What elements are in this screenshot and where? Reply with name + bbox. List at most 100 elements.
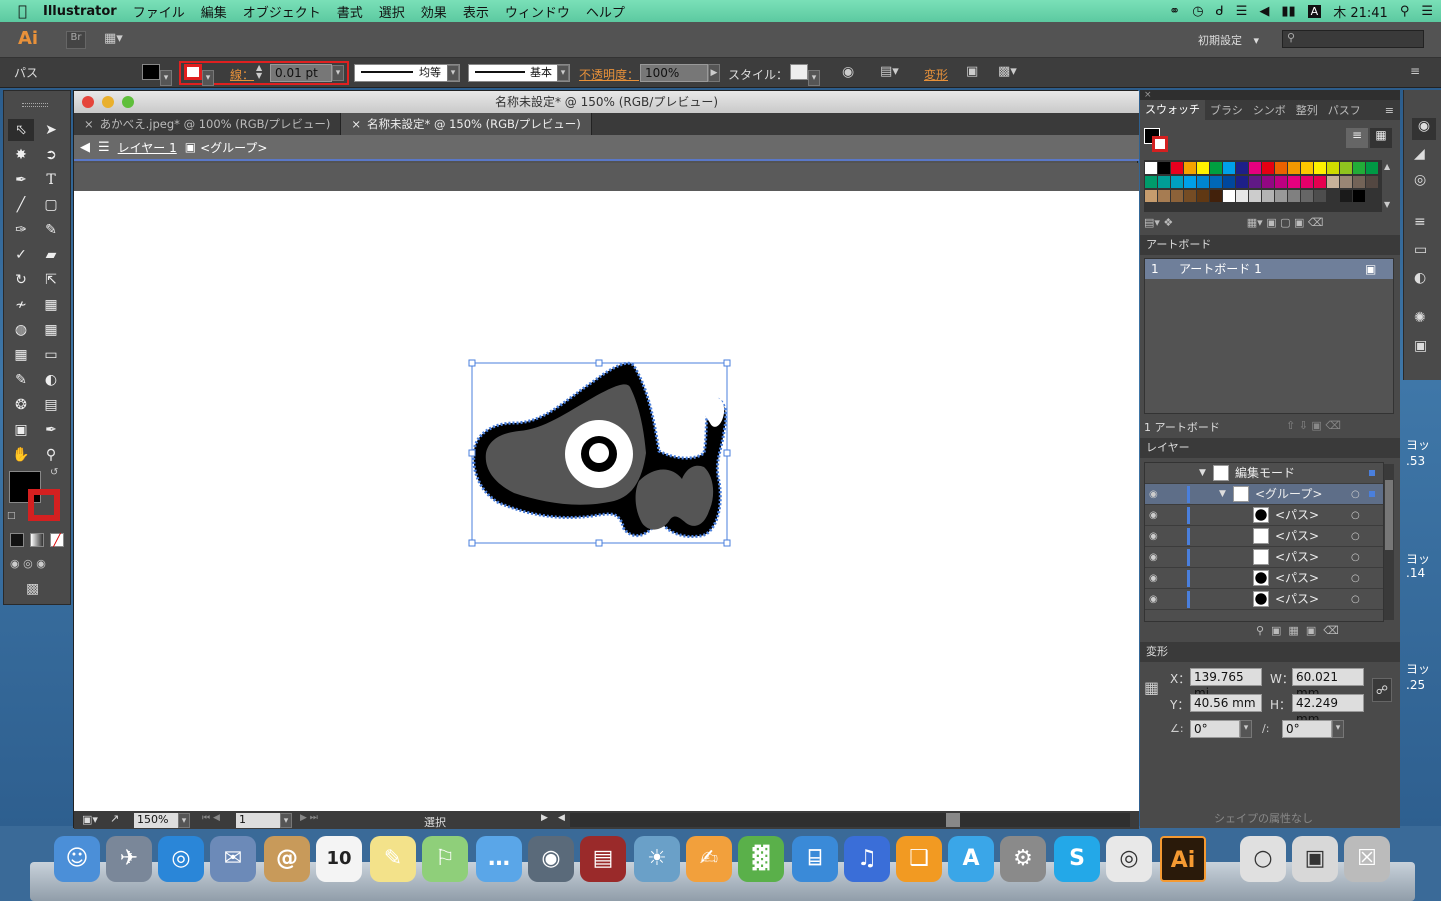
visibility-eye-icon[interactable]: ◉ (1149, 568, 1158, 589)
swatch-chip[interactable] (1340, 190, 1352, 202)
menu-window[interactable]: ウィンドウ (497, 2, 578, 21)
swatch-chip[interactable] (1314, 176, 1326, 188)
swatch-chip[interactable] (1275, 190, 1287, 202)
swatch-scroll-down-icon[interactable]: ▼ (1384, 200, 1390, 209)
transform-panel-header[interactable]: 変形 (1140, 642, 1400, 662)
status-menu-arrow[interactable]: ▶ (541, 813, 548, 823)
dock-icon-notes[interactable]: ✎ (370, 836, 416, 882)
dock-icon-pages[interactable]: ✍ (686, 836, 732, 882)
swatch-chip[interactable] (1236, 162, 1248, 174)
disclosure-triangle-icon[interactable]: ▼ (1219, 484, 1226, 505)
recolor-artwork-icon[interactable]: ◉ (842, 64, 854, 80)
swatch-chip[interactable] (1184, 162, 1196, 174)
character-artwork[interactable] (74, 191, 1139, 811)
panel-menu-icon[interactable]: ≡ (1385, 104, 1394, 117)
reference-point-icon[interactable]: ▦ (1144, 678, 1159, 697)
none-mode-icon[interactable]: ╱ (50, 533, 64, 547)
tab-akabee-jpeg[interactable]: × あかべえ.jpeg* @ 100% (RGB/プレビュー) (74, 113, 342, 135)
layers-scrollbar[interactable] (1384, 464, 1394, 620)
menu-file[interactable]: ファイル (125, 2, 193, 21)
artboards-footer-icons[interactable]: ⇧ ⇩ ▣ ⌫ (1286, 419, 1341, 432)
dock-icon-chrome[interactable]: ◎ (1106, 836, 1152, 882)
stroke-panel-icon[interactable]: ≡ (1414, 214, 1426, 230)
menu-select[interactable]: 選択 (371, 2, 413, 21)
dock-icon-keynote[interactable]: ⌸ (792, 836, 838, 882)
scale-tool-icon[interactable]: ⇱ (38, 269, 64, 291)
tab-close-icon[interactable]: × (351, 117, 361, 131)
visibility-eye-icon[interactable]: ◉ (1149, 484, 1158, 505)
opacity-label[interactable]: 不透明度： (579, 66, 639, 83)
screen-mode-icon[interactable]: ▩ (26, 581, 39, 597)
swatch-chip[interactable] (1197, 176, 1209, 188)
toolbox-grip[interactable] (22, 103, 48, 107)
layer-row[interactable]: ◉ <パス> ○ (1145, 568, 1383, 589)
swatch-chip[interactable] (1210, 176, 1222, 188)
align-options-icon[interactable]: ▤▾ (880, 64, 899, 79)
shape-builder-tool-icon[interactable]: ◍ (8, 319, 34, 341)
pencil-tool-icon[interactable]: ✎ (38, 219, 64, 241)
document-title-bar[interactable]: 名称未設定* @ 150% (RGB/プレビュー) (74, 91, 1139, 113)
artboard-row[interactable]: 1 アートボード 1 ▣ (1145, 259, 1393, 279)
swatch-chip[interactable] (1366, 162, 1378, 174)
swatch-chip[interactable] (1197, 162, 1209, 174)
artboard-canvas[interactable] (74, 191, 1139, 811)
swatch-chip[interactable] (1301, 190, 1313, 202)
slice-tool-icon[interactable]: ✒ (38, 419, 64, 441)
swatch-chip[interactable] (1288, 176, 1300, 188)
variable-width-profile[interactable]: 均等 ▾ (354, 64, 460, 82)
creative-cloud-icon[interactable]: ⚭ (1169, 4, 1180, 19)
zoom-window-button[interactable] (122, 96, 134, 108)
opacity-slider-arrow[interactable]: ▶ (708, 64, 720, 82)
thumbnail-view-icon[interactable]: ▦ (1370, 128, 1392, 148)
horizontal-scroll-left-icon[interactable]: ◀ (558, 813, 565, 823)
swatch-chip[interactable] (1223, 190, 1235, 202)
tab-close-icon[interactable]: × (84, 117, 94, 131)
direct-selection-tool-icon[interactable]: ➤ (38, 119, 64, 141)
workspace-switcher[interactable]: 初期設定 ▾ (1198, 32, 1259, 48)
swatch-chip[interactable] (1249, 190, 1261, 202)
time-machine-icon[interactable]: ◷ (1192, 4, 1203, 19)
swatch-chip[interactable] (1314, 162, 1326, 174)
swatch-chip[interactable] (1249, 176, 1261, 188)
stroke-color-box[interactable] (28, 489, 60, 521)
zoom-level-dropdown[interactable]: ▾ (178, 813, 190, 828)
isolate-icon[interactable]: ▣ (966, 64, 978, 79)
selection-indicator[interactable] (1369, 491, 1375, 497)
constrain-proportions-icon[interactable]: ☍ (1372, 678, 1392, 702)
swatch-chip[interactable] (1275, 176, 1287, 188)
gradient-panel-icon[interactable]: ▭ (1414, 242, 1427, 258)
swatch-chip[interactable] (1184, 190, 1196, 202)
stroke-swatch[interactable]: ▾ (184, 64, 214, 86)
bridge-button[interactable]: Br (66, 31, 86, 49)
magic-wand-tool-icon[interactable]: ✸ (8, 144, 34, 166)
dock-icon-quick-look[interactable]: ○ (1240, 836, 1286, 882)
target-circle-icon[interactable]: ○ (1351, 526, 1360, 547)
swatch-chip[interactable] (1327, 162, 1339, 174)
swatch-chip[interactable] (1288, 190, 1300, 202)
layers-panel-header[interactable]: レイヤー (1140, 438, 1400, 458)
dock-icon-facetime[interactable]: ◉ (528, 836, 574, 882)
graphic-style-swatch[interactable]: ▾ (790, 64, 820, 86)
perspective-grid-tool-icon[interactable]: ▦ (38, 319, 64, 341)
dock-icon-mail[interactable]: ✉ (210, 836, 256, 882)
opacity-input[interactable]: 100% (640, 64, 708, 82)
graphic-styles-icon[interactable]: ✺ (1414, 310, 1426, 326)
artboard-options-icon[interactable]: ▣ (1365, 259, 1376, 279)
swatch-chip[interactable] (1145, 162, 1157, 174)
selection-indicator[interactable] (1369, 470, 1375, 476)
dock-icon-ibooks[interactable]: ❑ (896, 836, 942, 882)
dock-icon-illustrator[interactable]: Ai (1160, 836, 1206, 882)
scroll-thumb[interactable] (946, 813, 960, 827)
menu-effect[interactable]: 効果 (413, 2, 455, 21)
arrange-documents-icon[interactable]: ▦▾ (104, 31, 132, 49)
volume-icon[interactable]: ◀ (1259, 4, 1269, 19)
panel-dock-header[interactable]: × (1140, 90, 1400, 100)
fill-swatch[interactable]: ▾ (142, 64, 172, 86)
swatch-chip[interactable] (1301, 176, 1313, 188)
bluetooth-icon[interactable]: ᑯ (1216, 4, 1224, 19)
minimize-window-button[interactable] (102, 96, 114, 108)
dock-icon-itunes[interactable]: ♫ (844, 836, 890, 882)
last-artboard-icon[interactable]: ▶ ⏭ (300, 813, 318, 823)
gradient-mode-icon[interactable] (30, 533, 44, 547)
rotate-input[interactable]: 0° (1190, 720, 1240, 738)
